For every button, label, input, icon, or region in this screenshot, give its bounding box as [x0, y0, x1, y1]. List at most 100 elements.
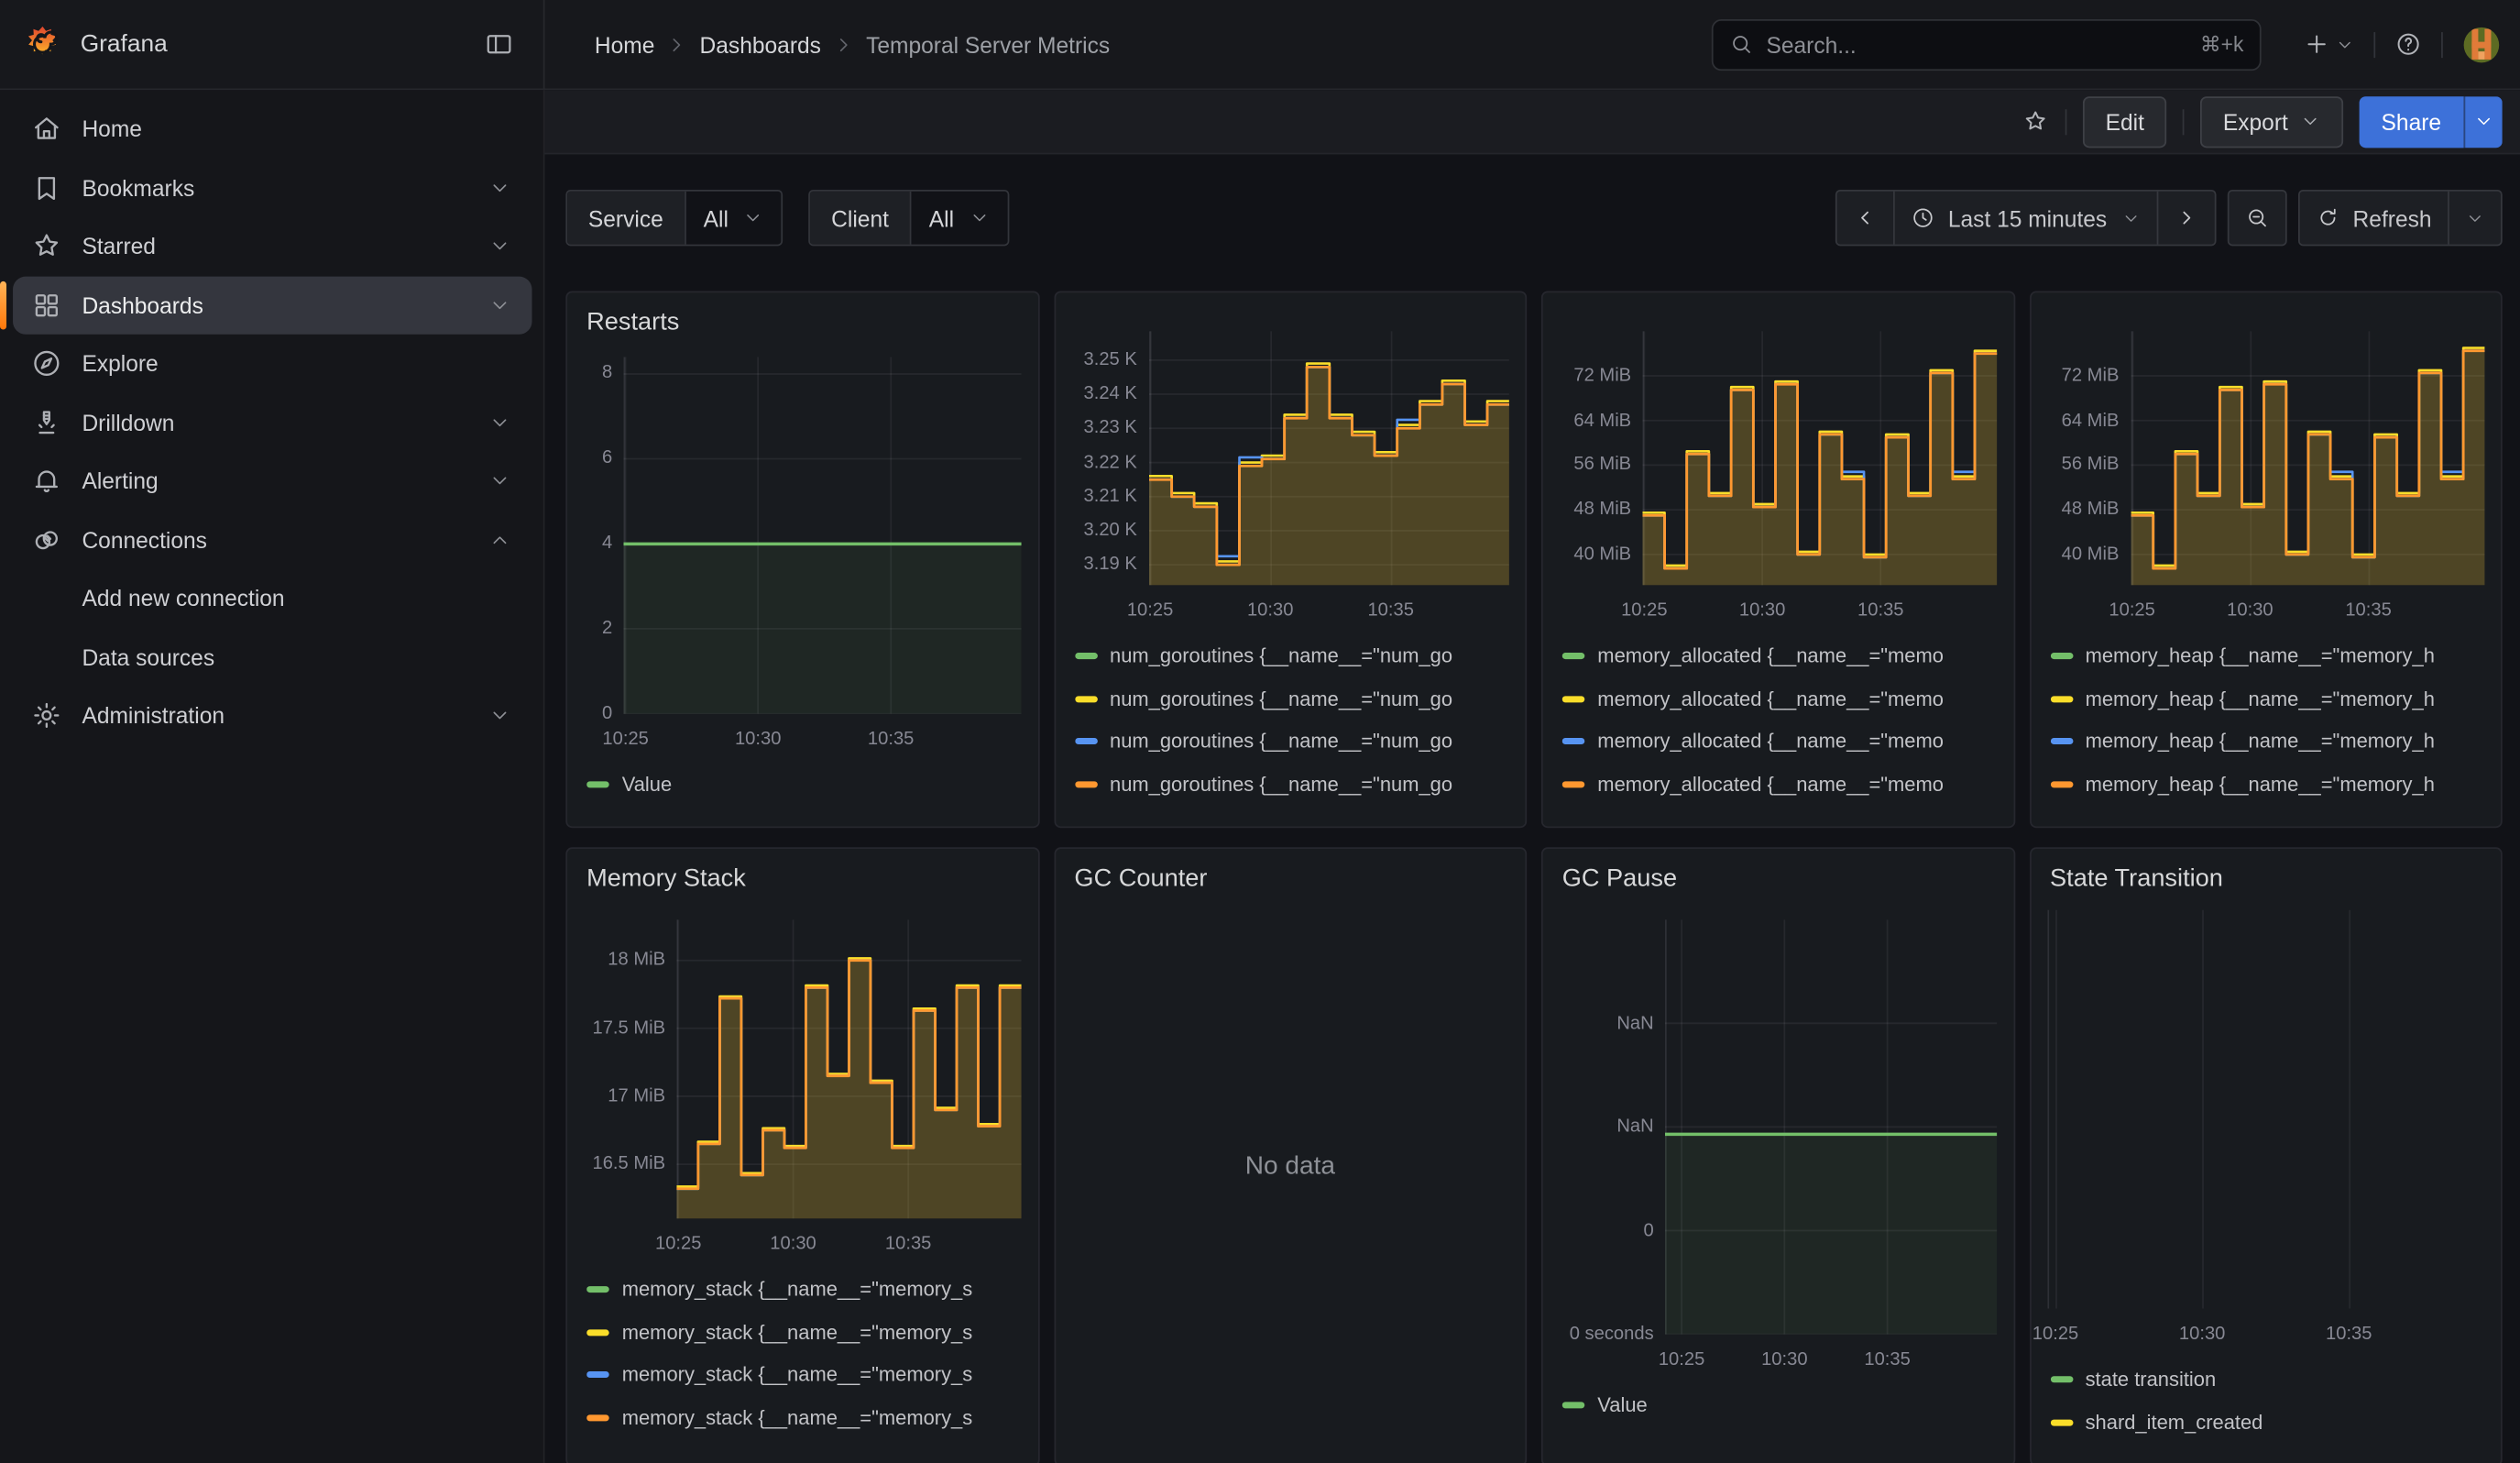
- time-range-label: Last 15 minutes: [1948, 205, 2107, 231]
- panel-title[interactable]: Restarts: [586, 305, 1021, 334]
- sidebar-item-home[interactable]: Home: [13, 100, 531, 159]
- x-axis: 10:2510:3010:35: [2047, 1325, 2485, 1346]
- chart: 86420: [584, 356, 1022, 712]
- apps-icon: [30, 289, 62, 321]
- sidebar-item-data-sources[interactable]: Data sources: [13, 628, 531, 687]
- new-button[interactable]: [2303, 30, 2354, 58]
- chart-plot-area[interactable]: [623, 356, 1021, 712]
- legend-item[interactable]: memory_stack {__name__="memory_s: [586, 1277, 1021, 1303]
- x-axis-label: 10:25: [2032, 1325, 2078, 1344]
- panel-memory-stack: Memory Stack18 MiB17.5 MiB17 MiB16.5 MiB…: [565, 847, 1039, 1463]
- legend: memory_stack {__name__="memory_s memory_s…: [586, 1277, 1021, 1447]
- variable-filters: ServiceAllClientAll: [565, 190, 1008, 246]
- x-axis-label: 10:25: [602, 729, 648, 748]
- panel-gc-pause: GC PauseNaNNaN00 seconds10:2510:3010:35V…: [1541, 847, 2015, 1463]
- sidebar-item-dashboards[interactable]: Dashboards: [13, 276, 531, 335]
- y-axis-label: 56 MiB: [2062, 456, 2120, 475]
- sidebar-item-drilldown[interactable]: Drilldown: [13, 393, 531, 452]
- chart-plot-area[interactable]: [1642, 331, 1997, 585]
- share-split-button: Share: [2359, 95, 2503, 147]
- legend-item[interactable]: memory_heap {__name__="memory_h: [2050, 686, 2484, 711]
- search-input[interactable]: Search... ⌘+k: [1712, 18, 2262, 70]
- dashboard-canvas: ServiceAllClientAll Last 15 minutes: [545, 154, 2520, 1463]
- legend-item[interactable]: Value: [1562, 1392, 1997, 1418]
- legend-item[interactable]: memory_allocated {__name__="memo: [1562, 644, 1997, 669]
- sidebar-item-bookmarks[interactable]: Bookmarks: [13, 159, 531, 217]
- time-shift-forward-button[interactable]: [2157, 192, 2215, 245]
- help-button[interactable]: [2394, 30, 2422, 58]
- time-range-picker[interactable]: Last 15 minutes: [1893, 192, 2156, 245]
- legend-label: memory_heap {__name__="memory_h: [2086, 773, 2435, 796]
- sidebar-item-administration[interactable]: Administration: [13, 687, 531, 745]
- x-axis-label: 10:35: [1367, 601, 1413, 621]
- panel-title[interactable]: Goroutines: [1074, 305, 1508, 309]
- legend-item[interactable]: num_goroutines {__name__="num_go: [1074, 686, 1508, 711]
- legend-item[interactable]: memory_heap {__name__="memory_h: [2050, 728, 2484, 754]
- refresh-interval-button[interactable]: [2448, 192, 2501, 245]
- refresh-button[interactable]: Refresh: [2300, 192, 2448, 245]
- legend-item[interactable]: num_goroutines {__name__="num_go: [1074, 728, 1508, 754]
- panel-title[interactable]: Memory Stack: [586, 862, 1021, 897]
- chart-plot-area[interactable]: [1148, 331, 1509, 585]
- export-button[interactable]: Export: [2200, 95, 2342, 147]
- x-axis: 10:2510:3010:35: [1642, 601, 1997, 622]
- edit-button[interactable]: Edit: [2083, 95, 2166, 147]
- chevron-left-icon: [1853, 205, 1877, 229]
- share-dropdown-button[interactable]: [2464, 95, 2503, 147]
- legend-swatch: [2050, 696, 2073, 702]
- x-axis-label: 10:30: [735, 729, 781, 748]
- refresh-label: Refresh: [2353, 205, 2432, 231]
- legend-swatch: [1074, 653, 1097, 659]
- breadcrumb-dashboards[interactable]: Dashboards: [700, 31, 821, 57]
- legend-label: memory_stack {__name__="memory_s: [622, 1278, 972, 1301]
- sidebar-item-connections[interactable]: Connections: [13, 511, 531, 569]
- sidebar-item-alerting[interactable]: Alerting: [13, 452, 531, 511]
- chart-plot-area[interactable]: [2131, 331, 2485, 585]
- legend-item[interactable]: memory_stack {__name__="memory_s: [586, 1319, 1021, 1345]
- legend: Value: [1562, 1392, 1997, 1435]
- panel-title[interactable]: State Transition: [2050, 862, 2484, 887]
- chart-plot-area[interactable]: [676, 919, 1021, 1218]
- chart: NaNNaN00 seconds: [1559, 919, 1997, 1334]
- legend-item[interactable]: memory_stack {__name__="memory_s: [586, 1361, 1021, 1387]
- panel-title[interactable]: Memory Allocated: [1562, 305, 1997, 309]
- legend-item[interactable]: memory_heap {__name__="memory_h: [2050, 644, 2484, 669]
- legend: memory_heap {__name__="memory_h memory_he…: [2050, 644, 2484, 814]
- legend-swatch: [1562, 653, 1585, 659]
- grafana-logo-icon[interactable]: [23, 24, 63, 64]
- sidebar-item-starred[interactable]: Starred: [13, 217, 531, 276]
- filter-value-dropdown[interactable]: All: [910, 192, 1007, 245]
- avatar[interactable]: [2462, 25, 2501, 63]
- filter-value-dropdown[interactable]: All: [685, 192, 782, 245]
- breadcrumb-home[interactable]: Home: [595, 31, 655, 57]
- legend-item[interactable]: num_goroutines {__name__="num_go: [1074, 644, 1508, 669]
- legend-item[interactable]: memory_allocated {__name__="memo: [1562, 728, 1997, 754]
- sidebar-item-explore[interactable]: Explore: [13, 335, 531, 393]
- legend-item[interactable]: state transition: [2050, 1367, 2484, 1392]
- y-axis-label: 17.5 MiB: [592, 1018, 665, 1038]
- dock-menu-button[interactable]: [476, 22, 520, 67]
- chart-canvas: [1642, 331, 1997, 585]
- chart-plot-area[interactable]: [1665, 919, 1997, 1334]
- y-axis: 3.25 K3.24 K3.23 K3.22 K3.21 K3.20 K3.19…: [1071, 331, 1148, 585]
- panel-title[interactable]: Memory Heap: [2050, 305, 2484, 309]
- legend-item[interactable]: memory_stack {__name__="memory_s: [586, 1404, 1021, 1430]
- star-dashboard-button[interactable]: [2021, 108, 2049, 136]
- chart-plot-area[interactable]: [2047, 910, 2485, 1309]
- sidebar-item-add-new-connection[interactable]: Add new connection: [13, 569, 531, 628]
- legend-item[interactable]: memory_heap {__name__="memory_h: [2050, 771, 2484, 797]
- legend-item[interactable]: num_goroutines {__name__="num_go: [1074, 771, 1508, 797]
- time-shift-back-button[interactable]: [1837, 192, 1893, 245]
- legend-item[interactable]: memory_allocated {__name__="memo: [1562, 771, 1997, 797]
- panel-title[interactable]: GC Counter: [1074, 862, 1508, 897]
- chevron-down-icon: [2299, 111, 2320, 132]
- divider: [2183, 108, 2185, 134]
- legend-item[interactable]: Value: [586, 771, 1021, 797]
- chevron-right-icon: [832, 33, 855, 56]
- share-button[interactable]: Share: [2359, 95, 2464, 147]
- legend-item[interactable]: shard_item_created: [2050, 1409, 2484, 1435]
- zoom-out-button[interactable]: [2230, 192, 2285, 245]
- panel-title[interactable]: GC Pause: [1562, 862, 1997, 897]
- legend-item[interactable]: memory_allocated {__name__="memo: [1562, 686, 1997, 711]
- bookmark-icon: [30, 171, 62, 204]
